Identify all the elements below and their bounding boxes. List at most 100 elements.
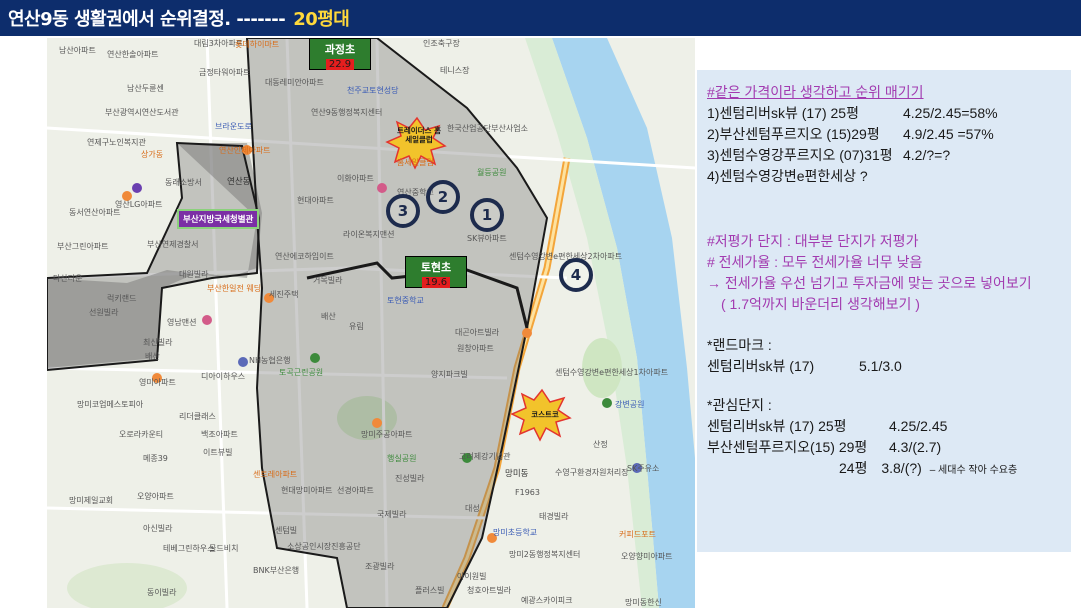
poi-label: 고려제강기념관 [459, 452, 511, 461]
poi-label: 오양향미아파트 [621, 552, 673, 561]
rank-marker-2[interactable]: 2 [426, 180, 460, 214]
poi-label: 천주교토현성당 [347, 86, 399, 95]
ranking-value: 4.9/2.45 =57% [903, 126, 994, 142]
header-title: 연산9동 생활권에서 순위결정. ------- [8, 9, 286, 30]
poi-label: 배산 [321, 312, 336, 321]
poi-label: 진성빌라 [395, 474, 425, 483]
poi-label: 국제빌라 [377, 510, 407, 519]
school-score: 19.6 [421, 277, 451, 288]
ranking-row: 1)센텀리버sk뷰 (17) 25평 4.25/2.45=58% [707, 103, 1061, 124]
jeonse-line: # 전세가율 : 모두 전세가율 너무 낮음 [707, 254, 923, 270]
poi-label: 행실공원 [387, 454, 417, 463]
poi-label: BNK부산은행 [253, 566, 300, 575]
ranking-label: 2)부산센텀푸르지오 (15)29평 [707, 126, 880, 142]
school-score: 22.9 [325, 59, 355, 70]
school-name: 토현초 [420, 261, 452, 274]
poi-label: 센텀수영강변e편한세상2차아파트 [509, 252, 623, 261]
poi-label: 토곡근린공원 [279, 368, 324, 377]
burst-label-costco: 코스트코 [531, 410, 559, 419]
ranking-row: 4)센텀수영강변e편한세상 ? [707, 166, 1061, 187]
poi-label: 연제구노인복지관 [87, 138, 146, 147]
poi-label: 산정 [593, 440, 608, 449]
poi-label: 롯데하이마트 [235, 40, 280, 49]
poi-label: 오로라카운티 [119, 430, 164, 439]
office-label: 부산지방국세청별관 [177, 209, 260, 229]
interest-value: 4.3/(2.7) [889, 439, 942, 455]
landmark-value: 5.1/3.0 [859, 358, 902, 374]
ranking-value: 4.25/2.45=58% [903, 105, 998, 121]
poi-label: 테베그린하우스 [163, 544, 215, 553]
rank-marker-4[interactable]: 4 [559, 258, 593, 292]
poi-label: 메종39 [143, 454, 168, 463]
school-gwajeong[interactable]: 과정초 22.9 [309, 38, 371, 70]
poi-label: 오양아파트 [137, 492, 174, 501]
poi-label: 영남맨션 [167, 318, 197, 327]
poi-label: 청호아트빌라 [467, 586, 512, 595]
page-header: 연산9동 생활권에서 순위결정. ------- 20평대 [0, 0, 1081, 36]
ranking-label: 4)센텀수영강변e편한세상 ? [707, 168, 868, 184]
poi-label: 백조아파트 [201, 430, 238, 439]
poi-label: 최신빌라 [143, 338, 173, 347]
poi-label: 수영구환경자원처리장 [555, 468, 629, 477]
poi-label: 연산에코하임이트 [275, 252, 334, 261]
poi-label: 부산광역시연산도서관 [105, 108, 179, 117]
poi-label: 태경빌라 [539, 512, 569, 521]
poi-label: 연산동 [227, 177, 251, 187]
poi-label: 아신빌라 [143, 524, 173, 533]
poi-label: 현대아파트 [297, 196, 334, 205]
poi-label: 아이원빌 [457, 572, 487, 581]
poi-label: 망미동한신 [625, 598, 662, 607]
poi-label: 동이빌라 [147, 588, 177, 597]
poi-label: 골드비치 [209, 544, 239, 553]
landmark-label: 센텀리버sk뷰 (17) [707, 358, 815, 374]
poi-label: 망미동 [505, 469, 529, 479]
poi-label: 남산아파트 [59, 46, 96, 55]
poi-label: 월등공원 [477, 168, 507, 177]
school-tohyeon[interactable]: 토현초 19.6 [405, 256, 467, 288]
poi-label: 조광빌라 [365, 562, 395, 571]
map-view[interactable]: 남산아파트 연산한솔아파트 대림3차아파트 롯데하이마트 인조축구장 금정타워아… [47, 38, 695, 608]
strategy-line: → 전세가율 우선 넘기고 투자금에 맞는 곳으로 넣어보기 [707, 275, 1032, 291]
poi-label: 선원빌라 [89, 308, 119, 317]
ranking-label: 1)센텀리버sk뷰 (17) 25평 [707, 105, 859, 121]
poi-label: SK뷰아파트 [467, 234, 507, 243]
poi-label: 망미코업메스토피아 [77, 400, 144, 409]
undervalued-line: #저평가 단지 : 대부분 단지가 저평가 [707, 233, 919, 249]
poi-label: 리더클래스 [179, 412, 216, 421]
poi-label: 커피드포트 [619, 530, 656, 539]
poi-label: F1963 [515, 488, 540, 497]
poi-label: 배산 [145, 352, 160, 361]
poi-label: 남산두륜센 [127, 84, 164, 93]
poi-label: 연산9동행정복지센터 [311, 108, 383, 117]
poi-label: 강변공원 [615, 400, 645, 409]
poi-label: 부산그린아파트 [57, 242, 109, 251]
interest-note: – 세대수 작아 수요층 [929, 465, 1018, 476]
interest-label: 부산센텀푸르지오(15) 29평 [707, 439, 868, 455]
poi-label: 브라운도로 [215, 122, 252, 131]
ranking-row: 2)부산센텀푸르지오 (15)29평 4.9/2.45 =57% [707, 124, 1061, 145]
poi-label: 다산타운 [53, 274, 83, 283]
ranking-heading: #같은 가격이라 생각하고 순위 매기기 [707, 84, 924, 100]
poi-label: 세진주택 [269, 290, 299, 299]
ranking-value: 4.2/?=? [903, 147, 951, 163]
poi-label: 망미주공아파트 [361, 430, 413, 439]
header-highlight: 20평대 [293, 9, 350, 30]
landmark-row: 센텀리버sk뷰 (17) 5.1/3.0 [707, 356, 1061, 377]
poi-label: 센트레아파트 [253, 470, 298, 479]
poi-label: 연산인제아파트 [219, 146, 271, 155]
poi-label: 인조축구장 [423, 39, 460, 48]
interest-value: 4.25/2.45 [889, 418, 948, 434]
interest-row: 24평 3.8/(?) – 세대수 작아 수요층 [707, 458, 1061, 481]
poi-label: 예광스카이피크 [521, 596, 573, 605]
poi-label: 센텀수영강변e편한세상1차아파트 [555, 368, 669, 377]
poi-label: 디아이하우스 [201, 372, 246, 381]
poi-label: 망미2동행정복지센터 [509, 550, 581, 559]
poi-label: 한국산업공단부산사업소 [447, 124, 528, 133]
poi-label: 대성 [465, 504, 480, 513]
poi-label: 테니스장 [440, 66, 470, 75]
poi-label: 라이온복지맨션 [343, 230, 395, 239]
rank-marker-3[interactable]: 3 [386, 194, 420, 228]
poi-label: 대원빌라 [179, 270, 209, 279]
rank-marker-1[interactable]: 1 [470, 198, 504, 232]
poi-label: 홈세일클럽 [397, 158, 434, 167]
